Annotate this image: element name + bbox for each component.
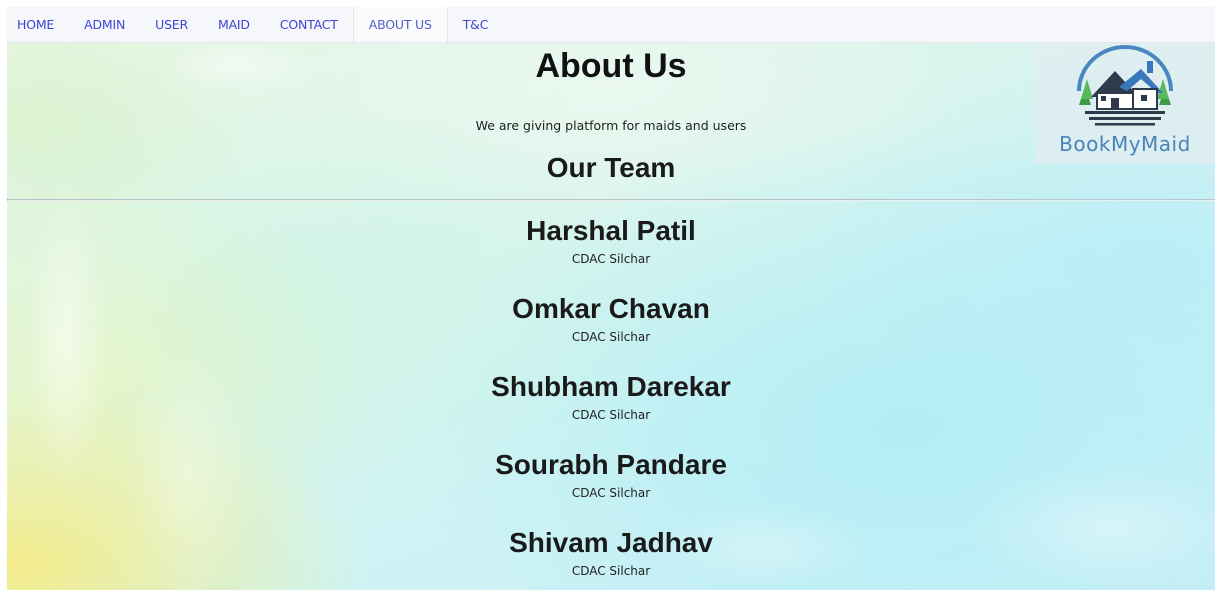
team-member-name: Shivam Jadhav — [509, 527, 713, 558]
team-member: Harshal Patil CDAC Silchar — [7, 213, 1215, 267]
team-member: Omkar Chavan CDAC Silchar — [7, 291, 1215, 345]
nav-admin-link[interactable]: ADMIN — [69, 7, 140, 42]
nav-terms-link[interactable]: T&C — [448, 7, 504, 42]
nav-home-link[interactable]: HOME — [7, 7, 69, 42]
team-member-org: CDAC Silchar — [571, 408, 651, 422]
team-member: Shivam Jadhav CDAC Silchar — [7, 525, 1215, 579]
divider — [7, 199, 1215, 201]
nav-about-us-link[interactable]: ABOUT US — [352, 7, 448, 42]
team-member-name: Harshal Patil — [526, 215, 696, 246]
nav-contact-link[interactable]: CONTACT — [265, 7, 353, 42]
team-member-org: CDAC Silchar — [571, 330, 651, 344]
nav-user-link[interactable]: USER — [140, 7, 203, 42]
team-member: Shubham Darekar CDAC Silchar — [7, 369, 1215, 423]
team-member-name: Shubham Darekar — [491, 371, 731, 402]
team-member-org: CDAC Silchar — [571, 252, 651, 266]
tagline: We are giving platform for maids and use… — [475, 118, 747, 133]
team-member-name: Sourabh Pandare — [495, 449, 727, 480]
page: HOME ADMIN USER MAID CONTACT ABOUT US T&… — [7, 7, 1215, 590]
page-title: About Us — [535, 47, 687, 85]
team-member-org: CDAC Silchar — [571, 486, 651, 500]
team-heading: Our Team — [546, 152, 676, 183]
team-member-name: Omkar Chavan — [512, 293, 710, 324]
team-member-org: CDAC Silchar — [571, 564, 651, 578]
nav-maid-link[interactable]: MAID — [203, 7, 265, 42]
top-navbar: HOME ADMIN USER MAID CONTACT ABOUT US T&… — [7, 7, 1215, 43]
team-member: Sourabh Pandare CDAC Silchar — [7, 447, 1215, 501]
